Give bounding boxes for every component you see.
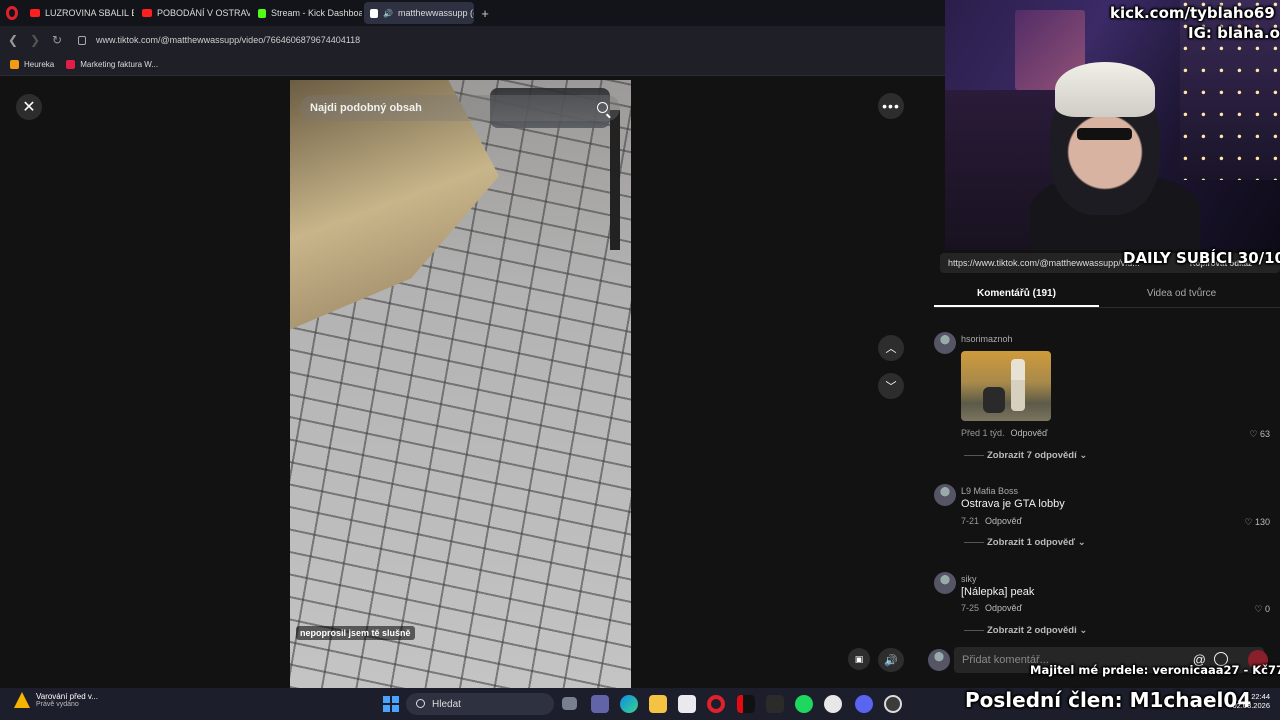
tab-youtube-1[interactable]: LUZROVINA SBALIL BARM — [24, 2, 134, 24]
overlay-kick-url: kick.com/tyblaho69 — [1110, 4, 1275, 22]
netflix-icon[interactable] — [737, 695, 755, 713]
comment-username[interactable]: hsorimaznoh — [961, 334, 1013, 344]
view-replies-button[interactable]: Zobrazit 2 odpovědi — [964, 625, 1087, 636]
tab-label: Stream - Kick Dashboard — [271, 8, 362, 18]
tab-creator-videos[interactable]: Videa od tvůrce — [1099, 284, 1264, 307]
lock-icon — [78, 35, 86, 45]
tab-kick[interactable]: Stream - Kick Dashboard — [252, 2, 362, 24]
file-explorer-icon[interactable] — [649, 695, 667, 713]
kick-icon — [258, 8, 266, 18]
xbox-icon[interactable] — [824, 695, 842, 713]
view-replies-button[interactable]: Zobrazit 7 odpovědí — [964, 450, 1087, 461]
streamer-glasses — [1077, 128, 1132, 140]
comment-item: siky [Nálepka] peak 7-25Odpověď 0 Zobraz… — [934, 572, 1274, 638]
tiktok-icon — [370, 8, 378, 18]
share-link-text: https://www.tiktok.com/@matthewwassupp/v… — [948, 258, 1140, 268]
bookmark-heureka[interactable]: Heureka — [10, 60, 54, 69]
opera-logo-icon[interactable] — [0, 0, 24, 26]
windows-start-icon[interactable] — [383, 696, 399, 712]
comment-meta: 7-25 Odpověď — [961, 603, 1023, 613]
task-view-icon[interactable] — [562, 697, 577, 710]
comment-text: [Nálepka] peak — [961, 586, 1035, 598]
search-icon[interactable] — [597, 102, 608, 113]
overlay-daily-subs: DAILY SUBÍCI 30/10 — [1123, 249, 1280, 267]
taskbar-clock[interactable]: 22:44 02.08.2026 — [1230, 692, 1270, 710]
youtube-icon — [142, 9, 152, 17]
teams-icon[interactable] — [591, 695, 609, 713]
overlay-instagram: IG: blaha.o — [1188, 24, 1280, 42]
clock-time: 22:44 — [1251, 692, 1270, 701]
miniplayer-icon[interactable]: ▣ — [848, 648, 870, 670]
like-count[interactable]: 0 — [1254, 604, 1270, 615]
tab-tiktok[interactable]: 🔊 matthewwassupp (@m — [364, 2, 474, 24]
next-video-button[interactable]: ﹀ — [878, 373, 904, 399]
warning-icon — [14, 692, 30, 708]
reply-button[interactable]: Odpověď — [985, 603, 1022, 613]
comment-username[interactable]: L9 Mafia Boss — [961, 486, 1018, 496]
avatar — [928, 649, 950, 671]
comment-sticker-image[interactable] — [961, 351, 1051, 421]
close-button[interactable]: ✕ — [16, 94, 42, 120]
heureka-icon — [10, 60, 19, 69]
taskbar-search[interactable]: Hledat — [406, 693, 554, 715]
previous-video-button[interactable]: ︿ — [878, 335, 904, 361]
avatar[interactable] — [934, 332, 956, 354]
store-icon[interactable] — [678, 695, 696, 713]
epic-games-icon[interactable] — [766, 695, 784, 713]
tab-label: LUZROVINA SBALIL BARM — [45, 8, 134, 18]
new-tab-button[interactable]: + — [476, 6, 494, 21]
like-count[interactable]: 130 — [1244, 517, 1270, 528]
avatar[interactable] — [934, 572, 956, 594]
clock-date: 02.08.2026 — [1232, 701, 1270, 710]
bookmark-icon — [66, 60, 76, 69]
building-wall — [290, 80, 499, 330]
volume-icon[interactable]: 🔊 — [878, 648, 904, 672]
discord-icon[interactable] — [855, 695, 873, 713]
avatar[interactable] — [934, 484, 956, 506]
similar-content-search[interactable]: Najdi podobný obsah — [300, 95, 620, 121]
reply-button[interactable]: Odpověď — [985, 516, 1022, 526]
pole — [610, 110, 620, 250]
obs-icon[interactable] — [884, 695, 902, 713]
bookmark-marketing[interactable]: Marketing faktura W... — [66, 60, 158, 69]
search-icon — [416, 699, 425, 708]
news-title: Varování před v... — [36, 692, 98, 701]
reload-icon[interactable]: ↻ — [46, 33, 68, 47]
overlay-last-member: Poslední člen: M1chael04 — [965, 688, 1252, 712]
panel-tabs: Komentářů (191) Videa od tvůrce — [934, 284, 1280, 308]
tab-label: matthewwassupp (@m — [397, 8, 474, 18]
like-count[interactable]: 63 — [1249, 429, 1270, 440]
reply-button[interactable]: Odpověď — [1011, 428, 1048, 438]
more-options-button[interactable]: ••• — [878, 93, 904, 119]
streamer-cap — [1055, 62, 1155, 117]
tab-youtube-2[interactable]: POBODÁNÍ V OSTRAVĚ?! — [136, 2, 250, 24]
video-caption: nepoprosil jsem tě slušně — [296, 626, 415, 640]
comment-item: hsorimaznoh Před 1 týd.Odpověď 63 Zobraz… — [934, 332, 1274, 462]
forward-button[interactable]: ❯ — [24, 33, 46, 47]
tab-label: POBODÁNÍ V OSTRAVĚ?! — [157, 8, 250, 18]
news-subtitle: Právě vydáno — [36, 701, 79, 708]
youtube-icon — [30, 9, 40, 17]
speaker-icon: 🔊 — [383, 8, 393, 18]
spotify-icon[interactable] — [795, 695, 813, 713]
edge-icon[interactable] — [620, 695, 638, 713]
address-bar: ❮ ❯ ↻ www.tiktok.com/@matthewwassupp/vid… — [0, 26, 945, 54]
url-field[interactable]: www.tiktok.com/@matthewwassupp/video/766… — [96, 35, 360, 45]
comment-item: L9 Mafia Boss Ostrava je GTA lobby 7-21 O… — [934, 484, 1274, 554]
comment-username[interactable]: siky — [961, 574, 977, 584]
comment-meta: Před 1 týd. Odpověď — [961, 428, 1048, 438]
comment-text: Ostrava je GTA lobby — [961, 498, 1065, 510]
comment-meta: 7-21 Odpověď — [961, 516, 1023, 526]
bookmarks-bar: Heureka Marketing faktura W... — [0, 54, 945, 76]
opera-icon[interactable] — [707, 695, 725, 713]
back-button[interactable]: ❮ — [2, 33, 24, 47]
news-widget[interactable]: Varování před v... Právě vydáno — [14, 692, 98, 708]
browser-tab-bar: LUZROVINA SBALIL BARM POBODÁNÍ V OSTRAVĚ… — [0, 0, 945, 26]
overlay-owner-text: Majitel mé prdele: veronicaaa27 - Kč77 — [1030, 663, 1280, 677]
video-player[interactable] — [290, 80, 631, 688]
view-replies-button[interactable]: Zobrazit 1 odpověď — [964, 537, 1086, 548]
tab-comments[interactable]: Komentářů (191) — [934, 284, 1099, 307]
